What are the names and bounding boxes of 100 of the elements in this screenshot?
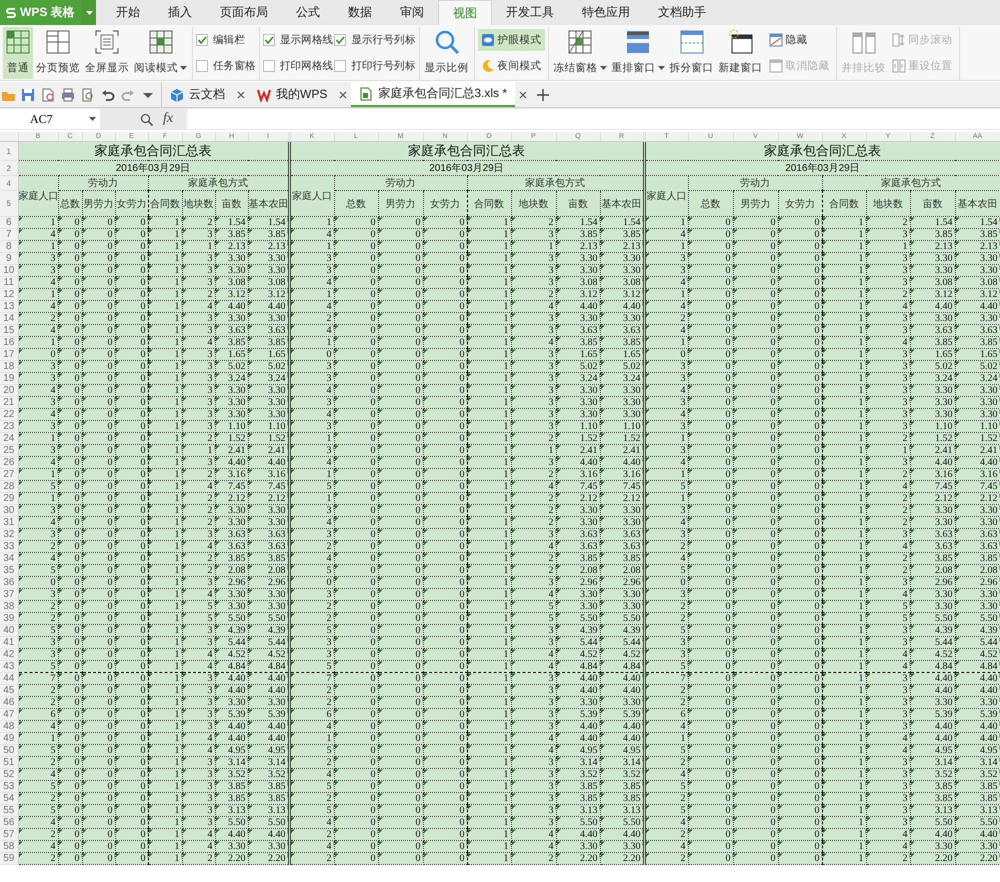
document-icon[interactable] [41, 88, 55, 102]
row-number[interactable]: 39 [0, 612, 18, 624]
row-number[interactable]: 23 [0, 420, 18, 432]
row-number[interactable]: 36 [0, 576, 18, 588]
close-icon[interactable] [339, 90, 348, 98]
app-menu-button[interactable]: WPS 表格 [0, 0, 82, 25]
row-number[interactable]: 45 [0, 684, 18, 696]
row-number[interactable]: 52 [0, 768, 18, 780]
row-number[interactable]: 22 [0, 408, 18, 420]
document-tab[interactable]: 我的WPS [249, 82, 336, 107]
row-number[interactable]: 57 [0, 828, 18, 840]
row-number[interactable]: 14 [0, 312, 18, 324]
row-number[interactable]: 28 [0, 480, 18, 492]
row-number[interactable]: 40 [0, 624, 18, 636]
row-number[interactable]: 21 [0, 396, 18, 408]
row-number[interactable]: 38 [0, 600, 18, 612]
row-number[interactable]: 50 [0, 744, 18, 756]
row-number[interactable]: 35 [0, 564, 18, 576]
checkbox[interactable] [334, 34, 346, 46]
row-number[interactable]: 2 [0, 160, 18, 176]
printer-icon[interactable] [61, 88, 75, 102]
menu-tab[interactable]: 公式 [282, 0, 334, 25]
preview-icon[interactable] [81, 88, 95, 102]
row-number[interactable]: 58 [0, 840, 18, 852]
row-number[interactable]: 41 [0, 636, 18, 648]
document-tab[interactable]: 家庭承包合同汇总3.xls * [351, 82, 516, 107]
menu-tab[interactable]: 文档助手 [644, 0, 720, 25]
row-number[interactable]: 17 [0, 348, 18, 360]
name-box[interactable]: AC7 [0, 109, 100, 129]
ribbon-button[interactable]: 隐藏 [766, 29, 833, 51]
row-number[interactable]: 20 [0, 384, 18, 396]
menu-tab[interactable]: 审阅 [386, 0, 438, 25]
save-icon[interactable] [21, 88, 35, 102]
close-icon[interactable] [519, 90, 528, 98]
row-number[interactable]: 15 [0, 324, 18, 336]
checkbox[interactable] [334, 60, 346, 72]
ribbon-button[interactable]: 冻结窗格 [552, 27, 609, 79]
row-number[interactable]: 51 [0, 756, 18, 768]
row-number[interactable]: 26 [0, 456, 18, 468]
undo-icon[interactable] [101, 88, 115, 102]
row-number[interactable]: 48 [0, 720, 18, 732]
row-number[interactable]: 7 [0, 228, 18, 240]
row-number[interactable]: 27 [0, 468, 18, 480]
row-number[interactable]: 56 [0, 816, 18, 828]
row-number[interactable]: 10 [0, 264, 18, 276]
document-tab[interactable]: 云文档 [162, 82, 233, 107]
menu-tab[interactable]: 特色应用 [568, 0, 644, 25]
row-number[interactable]: 55 [0, 804, 18, 816]
row-number[interactable]: 54 [0, 792, 18, 804]
close-icon[interactable] [237, 90, 245, 98]
row-number[interactable]: 16 [0, 336, 18, 348]
dropdown-button[interactable] [82, 0, 96, 25]
menu-tab[interactable]: 视图 [438, 0, 492, 25]
row-number[interactable]: 49 [0, 732, 18, 744]
ribbon-button[interactable]: 重排窗口 [610, 27, 667, 79]
formula-input[interactable] [187, 109, 1000, 129]
checkbox[interactable] [196, 34, 208, 46]
row-number[interactable]: 9 [0, 252, 18, 264]
menu-tab[interactable]: 页面布局 [206, 0, 282, 25]
function-button[interactable]: fx [163, 111, 174, 127]
menu-tab[interactable]: 开发工具 [492, 0, 568, 25]
row-number[interactable]: 24 [0, 432, 18, 444]
menu-tab[interactable]: 插入 [154, 0, 206, 25]
row-number[interactable]: 42 [0, 648, 18, 660]
checkbox[interactable] [196, 60, 208, 72]
row-number[interactable]: 6 [0, 216, 18, 228]
ribbon-button[interactable]: 分页预览 [34, 27, 82, 79]
menu-tab[interactable]: 数据 [334, 0, 386, 25]
row-number[interactable]: 19 [0, 372, 18, 384]
zoom-icon[interactable] [140, 112, 153, 126]
row-number[interactable]: 31 [0, 516, 18, 528]
row-number[interactable]: 30 [0, 504, 18, 516]
ribbon-button[interactable]: 全屏显示 [83, 27, 131, 79]
row-number[interactable]: 4 [0, 176, 18, 190]
row-number[interactable]: 33 [0, 540, 18, 552]
row-number[interactable]: 34 [0, 552, 18, 564]
checkbox[interactable] [262, 60, 275, 72]
row-number[interactable]: 59 [0, 852, 18, 864]
row-number[interactable]: 47 [0, 708, 18, 720]
ribbon-button[interactable]: 护眼模式 [478, 29, 545, 51]
row-number[interactable]: 5 [0, 190, 18, 216]
row-number[interactable]: 46 [0, 696, 18, 708]
row-number[interactable]: 53 [0, 780, 18, 792]
row-number[interactable]: 11 [0, 276, 18, 288]
row-number[interactable]: 32 [0, 528, 18, 540]
menu-tab[interactable]: 开始 [102, 0, 154, 25]
ribbon-button[interactable]: 显示比例 [422, 27, 471, 79]
row-number[interactable]: 29 [0, 492, 18, 504]
ribbon-button[interactable]: 普通 [3, 27, 33, 79]
row-number[interactable]: 8 [0, 240, 18, 252]
row-number[interactable]: 37 [0, 588, 18, 600]
row-number[interactable]: 43 [0, 660, 18, 672]
row-number[interactable]: 18 [0, 360, 18, 372]
row-number[interactable]: 25 [0, 444, 18, 456]
row-number[interactable]: 12 [0, 288, 18, 300]
row-number[interactable]: 44 [0, 672, 18, 684]
row-number[interactable]: 13 [0, 300, 18, 312]
ribbon-button[interactable]: 新建窗口 [716, 27, 765, 79]
ribbon-button[interactable]: 拆分窗口 [668, 27, 716, 79]
row-number[interactable]: 1 [0, 142, 18, 160]
